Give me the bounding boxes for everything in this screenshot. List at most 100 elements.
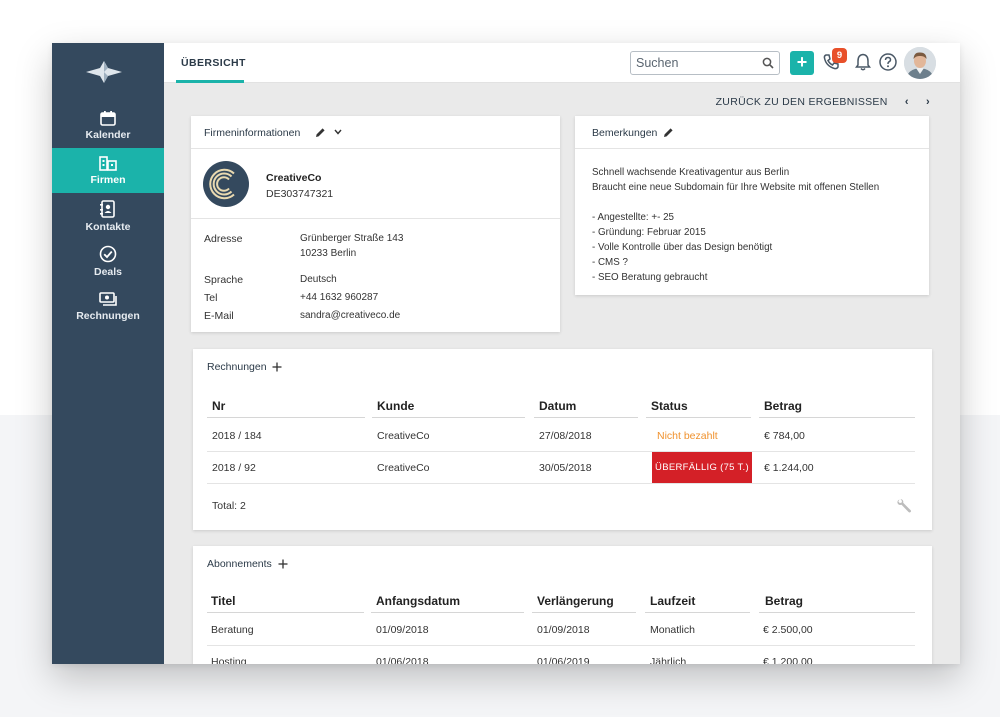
header-underline <box>207 417 365 418</box>
card-title: Bemerkungen <box>592 127 658 139</box>
language-label: Sprache <box>204 274 244 286</box>
note-line: - Angestellte: +- 25 <box>592 212 674 223</box>
user-avatar-icon <box>904 47 936 79</box>
topbar: ÜBERSICHT + 9 <box>164 43 960 83</box>
sidebar-item-label: Firmen <box>90 174 126 186</box>
language-value: Deutsch <box>300 274 337 285</box>
header-underline <box>532 612 636 613</box>
company-logo <box>203 161 249 207</box>
column-header-betrag[interactable]: Betrag <box>764 399 802 413</box>
sidebar-item-firmen[interactable]: Firmen <box>52 148 164 193</box>
invoices-card: Rechnungen Nr Kunde Datum Status Betrag … <box>193 349 932 530</box>
cell-betrag: € 784,00 <box>764 430 805 442</box>
search-icon[interactable] <box>762 57 774 69</box>
cell-datum: 30/05/2018 <box>539 462 592 474</box>
column-header-verlaengerung[interactable]: Verlängerung <box>537 594 614 608</box>
address-label: Adresse <box>204 233 243 245</box>
tab-label: ÜBERSICHT <box>181 57 246 69</box>
cell-kunde: CreativeCo <box>377 430 430 442</box>
cell-anfangsdatum: 01/09/2018 <box>376 624 429 636</box>
header-underline <box>646 417 751 418</box>
back-to-results-link[interactable]: ZURÜCK ZU DEN ERGEBNISSEN <box>716 96 888 108</box>
next-result-button[interactable]: › <box>926 96 930 108</box>
tab-uebersicht[interactable]: ÜBERSICHT <box>176 43 246 83</box>
cell-betrag: € 1.244,00 <box>764 462 814 474</box>
add-button[interactable]: + <box>790 51 814 75</box>
help-button[interactable] <box>878 52 900 74</box>
call-count-badge: 9 <box>832 48 847 63</box>
calendar-icon <box>100 111 116 126</box>
cell-laufzeit: Jährlich <box>650 656 687 664</box>
column-header-laufzeit[interactable]: Laufzeit <box>650 594 695 608</box>
tel-label: Tel <box>204 292 218 304</box>
sidebar-item-deals[interactable]: Deals <box>52 245 164 290</box>
sidebar-item-label: Kalender <box>85 129 131 141</box>
search-input[interactable] <box>631 52 755 74</box>
user-avatar[interactable] <box>904 47 936 79</box>
sidebar-item-kontakte[interactable]: Kontakte <box>52 200 164 245</box>
previous-result-button[interactable]: ‹ <box>905 96 909 108</box>
money-icon <box>99 292 117 306</box>
row-divider <box>207 451 915 452</box>
company-info-card: Firmeninformationen CreativeCo DE3037473… <box>191 116 560 332</box>
cell-kunde: CreativeCo <box>377 462 430 474</box>
search-box <box>630 51 780 75</box>
sidebar-item-label: Kontakte <box>85 221 131 233</box>
address-line1: Grünberger Straße 143 <box>300 233 404 244</box>
card-header: Firmeninformationen <box>191 116 560 149</box>
header-underline <box>645 612 750 613</box>
header-underline <box>759 417 915 418</box>
cell-laufzeit: Monatlich <box>650 624 695 636</box>
chevron-down-icon[interactable] <box>334 129 342 135</box>
tel-value[interactable]: +44 1632 960287 <box>300 292 378 303</box>
sidebar: Kalender Firmen Kontakte Deals Rechnunge… <box>52 43 164 664</box>
add-invoice-icon[interactable] <box>272 362 282 372</box>
note-line: Braucht eine neue Subdomain für Ihre Web… <box>592 182 880 193</box>
row-divider <box>207 483 915 484</box>
column-header-titel[interactable]: Titel <box>211 594 235 608</box>
column-header-status[interactable]: Status <box>651 399 688 413</box>
tab-active-indicator <box>176 80 244 83</box>
cell-titel: Hosting <box>211 656 247 664</box>
header-underline <box>534 417 638 418</box>
column-header-betrag[interactable]: Betrag <box>765 594 803 608</box>
card-title: Abonnements <box>207 558 272 570</box>
app-logo-icon[interactable] <box>86 61 122 83</box>
card-title: Rechnungen <box>207 361 267 373</box>
card-title: Firmeninformationen <box>204 127 301 139</box>
cell-titel: Beratung <box>211 624 254 636</box>
card-header: Bemerkungen <box>575 116 929 149</box>
subscriptions-card: Abonnements Titel Anfangsdatum Verlänger… <box>193 546 932 664</box>
check-circle-icon <box>99 245 117 263</box>
email-label: E-Mail <box>204 310 234 322</box>
notes-card: Bemerkungen Schnell wachsende Kreativage… <box>575 116 929 295</box>
breadcrumb: ZURÜCK ZU DEN ERGEBNISSEN ‹ › <box>716 96 930 108</box>
company-name: CreativeCo <box>266 172 322 184</box>
wrench-icon[interactable] <box>896 498 912 514</box>
note-line: - Gründung: Februar 2015 <box>592 227 706 238</box>
divider <box>191 218 560 219</box>
column-header-datum[interactable]: Datum <box>539 399 576 413</box>
buildings-icon <box>99 156 117 171</box>
cell-nr: 2018 / 92 <box>212 462 256 474</box>
cell-betrag: € 2.500,00 <box>763 624 813 636</box>
table-total: Total: 2 <box>212 500 246 512</box>
edit-icon[interactable] <box>315 127 326 138</box>
status-badge: ÜBERFÄLLIG (75 T.) <box>652 452 752 483</box>
sidebar-item-label: Rechnungen <box>76 310 140 322</box>
notifications-button[interactable] <box>853 52 875 74</box>
cell-datum: 27/08/2018 <box>539 430 592 442</box>
column-header-anfangsdatum[interactable]: Anfangsdatum <box>376 594 460 608</box>
address-line2: 10233 Berlin <box>300 248 357 259</box>
note-line: Schnell wachsende Kreativagentur aus Ber… <box>592 167 790 178</box>
help-icon <box>879 53 897 71</box>
note-line <box>592 195 879 210</box>
add-subscription-icon[interactable] <box>278 559 288 569</box>
email-value[interactable]: sandra@creativeco.de <box>300 310 400 321</box>
edit-icon[interactable] <box>663 127 674 138</box>
notes-body[interactable]: Schnell wachsende Kreativagentur aus Ber… <box>592 165 879 285</box>
column-header-kunde[interactable]: Kunde <box>377 399 414 413</box>
column-header-nr[interactable]: Nr <box>212 399 225 413</box>
note-line: - Volle Kontrolle über das Design benöti… <box>592 242 773 253</box>
sidebar-item-rechnungen[interactable]: Rechnungen <box>52 291 164 336</box>
